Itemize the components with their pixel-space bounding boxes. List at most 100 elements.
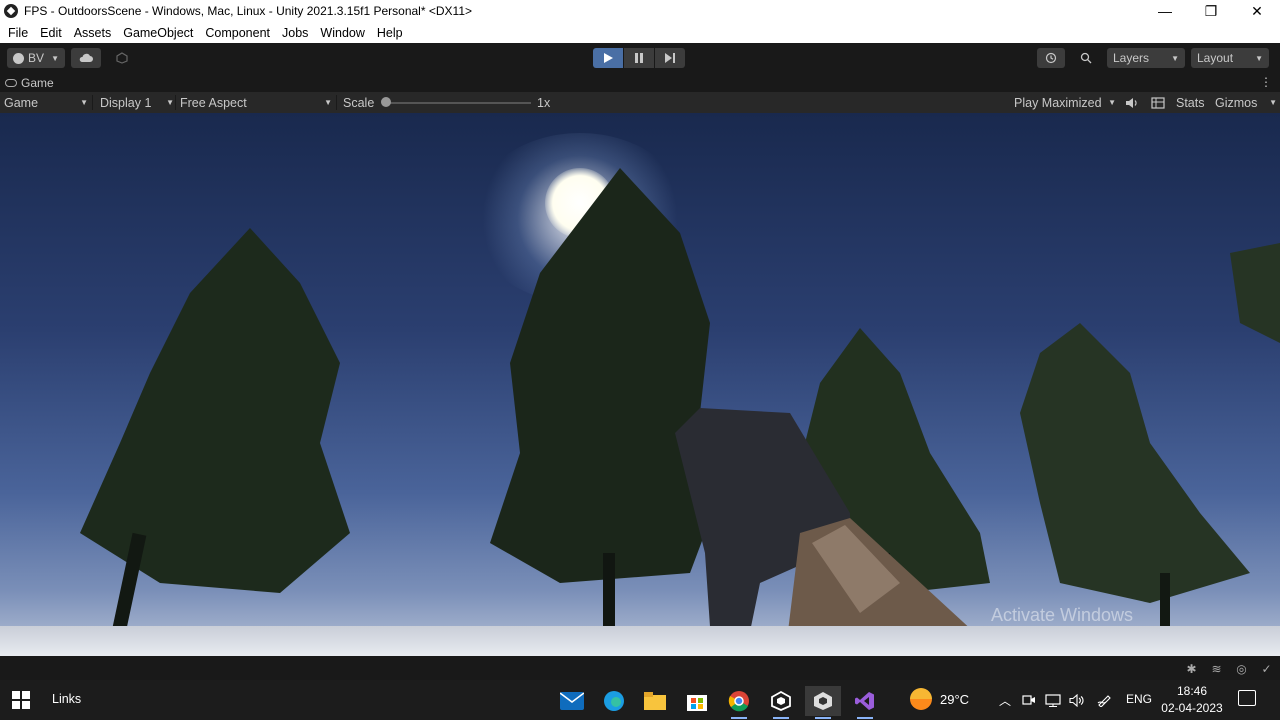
network-icon[interactable] xyxy=(1043,690,1063,710)
chevron-down-icon: ▼ xyxy=(166,98,174,107)
aspect-dropdown[interactable]: Free Aspect ▼ xyxy=(180,92,332,113)
links-toolbar-label[interactable]: Links xyxy=(52,692,81,706)
step-button[interactable] xyxy=(655,48,685,68)
search-icon xyxy=(1080,52,1092,64)
chrome-icon[interactable] xyxy=(721,686,757,719)
layers-label: Layers xyxy=(1113,51,1150,65)
mail-icon[interactable] xyxy=(554,686,590,716)
account-label: BV xyxy=(28,51,45,65)
scale-value: 1x xyxy=(537,95,551,110)
display-label: Display 1 xyxy=(100,95,152,110)
account-icon xyxy=(13,52,24,64)
meet-now-icon[interactable] xyxy=(1019,690,1039,710)
menu-window[interactable]: Window xyxy=(314,26,370,40)
scale-slider-handle[interactable] xyxy=(381,97,391,107)
play-button[interactable] xyxy=(593,48,623,68)
play-icon xyxy=(604,53,613,63)
scale-slider-track[interactable] xyxy=(385,102,531,104)
chevron-down-icon: ▼ xyxy=(1108,98,1116,107)
playback-controls xyxy=(593,48,685,68)
menu-gameobject[interactable]: GameObject xyxy=(117,26,199,40)
cloud-icon xyxy=(79,53,93,62)
tab-game-label: Game xyxy=(21,75,54,90)
speaker-icon xyxy=(1126,97,1137,108)
pause-icon xyxy=(635,53,643,63)
progress-icon[interactable]: ◎ xyxy=(1234,661,1249,676)
menu-file[interactable]: File xyxy=(2,26,34,40)
collab-button[interactable] xyxy=(107,48,137,68)
main-toolbar: BV ▼ Layers ▼ Layout ▼ xyxy=(0,43,1280,73)
layout-label: Layout xyxy=(1197,51,1234,65)
gizmos-label: Gizmos xyxy=(1215,95,1258,110)
menu-edit[interactable]: Edit xyxy=(34,26,68,40)
chevron-down-icon: ▼ xyxy=(1255,53,1263,63)
input-language[interactable]: ENG xyxy=(1126,692,1152,706)
divider xyxy=(336,95,337,110)
pause-button[interactable] xyxy=(624,48,654,68)
menu-help[interactable]: Help xyxy=(371,26,409,40)
editor-status-bar: ✱ ≋ ◎ ✓ xyxy=(0,656,1280,680)
chevron-down-icon: ▼ xyxy=(1171,53,1179,63)
tree-left xyxy=(80,228,350,656)
file-explorer-icon[interactable] xyxy=(637,686,673,716)
activate-windows-watermark: Activate Windows xyxy=(991,605,1134,625)
title-bar: FPS - OutdoorsScene - Windows, Mac, Linu… xyxy=(0,0,1280,22)
display-dropdown[interactable]: Display 1 ▼ xyxy=(100,92,174,113)
edge-icon[interactable] xyxy=(596,686,632,716)
search-button[interactable] xyxy=(1071,48,1101,68)
visual-studio-icon[interactable] xyxy=(847,686,883,719)
menu-jobs[interactable]: Jobs xyxy=(276,26,314,40)
weather-widget[interactable]: 29°C xyxy=(910,688,969,710)
divider xyxy=(92,95,93,110)
game-view-toolbar: Game ▼ Display 1 ▼ Free Aspect ▼ Scale 1… xyxy=(0,92,1280,113)
volume-icon[interactable] xyxy=(1067,690,1087,710)
chevron-down-icon: ▼ xyxy=(51,53,59,63)
view-mode-dropdown[interactable]: Game ▼ xyxy=(4,92,88,113)
layout-dropdown[interactable]: Layout ▼ xyxy=(1191,48,1269,68)
windows-start-icon[interactable] xyxy=(12,691,30,709)
scale-label: Scale xyxy=(343,95,375,110)
close-button[interactable]: ✕ xyxy=(1234,0,1280,22)
stats-button[interactable]: Stats xyxy=(1176,92,1205,113)
undo-history-button[interactable] xyxy=(1037,48,1065,68)
stats-grid-button[interactable] xyxy=(1151,92,1165,113)
mute-audio-button[interactable] xyxy=(1125,92,1139,113)
gizmos-dropdown[interactable]: Gizmos ▼ xyxy=(1215,92,1277,113)
divider xyxy=(175,95,176,110)
tab-game[interactable]: Game xyxy=(5,73,54,92)
account-dropdown[interactable]: BV ▼ xyxy=(7,48,65,68)
menu-assets[interactable]: Assets xyxy=(68,26,118,40)
unity-logo-icon xyxy=(4,4,18,18)
tree-right xyxy=(1020,243,1280,656)
pen-workspace-icon[interactable] xyxy=(1095,690,1115,710)
layers-dropdown[interactable]: Layers ▼ xyxy=(1107,48,1185,68)
game-viewport[interactable]: Activate Windows xyxy=(0,113,1280,656)
clock-date: 02-04-2023 xyxy=(1161,701,1223,715)
step-icon xyxy=(664,53,675,63)
bug-icon[interactable]: ✱ xyxy=(1184,661,1199,676)
play-mode-dropdown[interactable]: Play Maximized ▼ xyxy=(1014,92,1116,113)
clock-time: 18:46 xyxy=(1176,684,1208,698)
chevron-up-icon[interactable]: ︿ xyxy=(995,690,1015,710)
game-tab-bar: Game ⋮ xyxy=(0,73,1280,92)
tree-center xyxy=(490,168,720,656)
store-icon[interactable] xyxy=(679,686,715,716)
chevron-down-icon: ▼ xyxy=(80,98,88,107)
weather-temperature: 29°C xyxy=(940,691,970,707)
unity-hub-icon[interactable] xyxy=(763,686,799,719)
scene-trees xyxy=(80,168,1280,656)
cloud-button[interactable] xyxy=(71,48,101,68)
aspect-label: Free Aspect xyxy=(180,95,247,110)
gamepad-icon xyxy=(5,78,17,87)
unity-editor-icon[interactable] xyxy=(805,686,841,719)
chevron-down-icon: ▼ xyxy=(1269,98,1277,107)
collab-icon xyxy=(116,52,128,64)
system-clock[interactable]: 18:46 02-04-2023 xyxy=(1160,683,1224,717)
tab-options-icon[interactable]: ⋮ xyxy=(1260,75,1272,89)
minimize-button[interactable]: — xyxy=(1142,0,1188,22)
menu-component[interactable]: Component xyxy=(199,26,276,40)
layers-stack-icon[interactable]: ≋ xyxy=(1209,661,1224,676)
check-icon[interactable]: ✓ xyxy=(1259,661,1274,676)
notification-center-icon[interactable] xyxy=(1238,690,1256,706)
maximize-button[interactable]: ❐ xyxy=(1188,0,1234,22)
